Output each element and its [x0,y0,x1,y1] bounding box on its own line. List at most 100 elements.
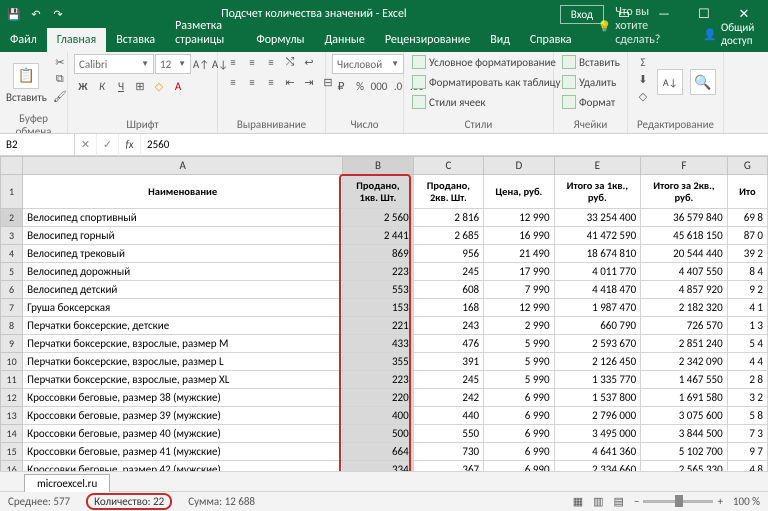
cell[interactable]: 245 [413,371,483,389]
painter-icon[interactable]: 🖌 [51,88,69,104]
cell[interactable]: 36 579 840 [641,209,728,227]
cell[interactable]: 1 3 [727,317,767,335]
cell[interactable]: Велосипед детский [23,281,343,299]
cell[interactable]: 7 990 [484,281,554,299]
delete-cells-button[interactable]: Удалить [560,74,618,90]
cell[interactable]: 6 990 [484,389,554,407]
cell[interactable]: 12 990 [484,209,554,227]
cell[interactable]: 69 8 [727,209,767,227]
cell[interactable]: 1 537 800 [554,389,641,407]
cell[interactable]: 87 0 [727,227,767,245]
indent-inc-icon[interactable]: ⇥ [300,74,318,90]
paste-button[interactable]: 📋Вставить [6,54,47,112]
cell[interactable]: 500 [343,425,413,443]
cell[interactable]: 6 990 [484,443,554,461]
clear-icon[interactable]: ◇ [634,88,652,104]
header-cell[interactable]: Итого за 1кв., руб. [554,175,641,209]
font-color-icon[interactable]: A [169,78,187,94]
cell[interactable]: 21 490 [484,245,554,263]
cell[interactable]: 2 126 450 [554,353,641,371]
col-header-E[interactable]: E [554,157,641,175]
font-name[interactable]: Calibri▼ [74,54,154,74]
row-header-15[interactable]: 15 [1,443,23,461]
col-header-C[interactable]: C [413,157,483,175]
row-header-6[interactable]: 6 [1,281,23,299]
sheet-tab[interactable]: microexcel.ru [24,474,110,492]
fx-icon[interactable]: fx [119,134,141,156]
cell[interactable]: 39 2 [727,245,767,263]
cell[interactable]: 243 [413,317,483,335]
align-mid-icon[interactable]: ≡ [243,54,261,70]
cell[interactable]: 433 [343,335,413,353]
view-break-icon[interactable]: ▤ [614,495,624,508]
cell[interactable]: 9 7 [727,443,767,461]
col-header-D[interactable]: D [484,157,554,175]
cell[interactable]: 367 [413,461,483,472]
row-header-11[interactable]: 11 [1,371,23,389]
cell[interactable]: 153 [343,299,413,317]
format-cells-button[interactable]: Формат [560,94,617,110]
underline-icon[interactable]: Ч [112,78,130,94]
formula-input[interactable]: 2560 [141,138,768,151]
cell[interactable]: 8 4 [727,263,767,281]
cond-format-button[interactable]: Условное форматирование [410,54,558,70]
share-button[interactable]: 👤Общий доступ [691,16,768,52]
row-header-13[interactable]: 13 [1,407,23,425]
cell[interactable]: Перчатки боксерские, детские [23,317,343,335]
cell[interactable]: Велосипед трековый [23,245,343,263]
cell[interactable]: Велосипед дорожный [23,263,343,281]
cell[interactable]: 400 [343,407,413,425]
cell[interactable]: 2 560 [343,209,413,227]
col-header-G[interactable]: G [727,157,767,175]
cell[interactable]: Груша боксерская [23,299,343,317]
header-cell[interactable]: Продано, 1кв. Шт. [343,175,413,209]
col-header-F[interactable]: F [641,157,728,175]
cell[interactable]: 869 [343,245,413,263]
cell[interactable]: 1 467 550 [641,371,728,389]
cell[interactable]: 1 335 770 [554,371,641,389]
cell[interactable]: 5 990 [484,353,554,371]
cell[interactable]: 553 [343,281,413,299]
cell[interactable]: 2 342 090 [641,353,728,371]
cell[interactable]: 5 990 [484,371,554,389]
wrap-icon[interactable]: ↩ [300,54,318,70]
cell[interactable]: 223 [343,371,413,389]
tab-Файл[interactable]: Файл [0,28,47,52]
header-cell[interactable]: Продано, 2кв. Шт. [413,175,483,209]
insert-cells-button[interactable]: Вставить [560,54,622,70]
tell-me[interactable]: 💡Что вы хотите сделать? [588,0,692,52]
cell[interactable]: 4 407 550 [641,263,728,281]
align-bot-icon[interactable]: ≡ [262,54,280,70]
cell[interactable]: Велосипед спортивный [23,209,343,227]
cell[interactable]: 664 [343,443,413,461]
orient-icon[interactable]: ⤭ [281,54,299,70]
cell[interactable]: 3 075 600 [641,407,728,425]
cell[interactable]: 355 [343,353,413,371]
cell[interactable]: 391 [413,353,483,371]
cell[interactable]: 4 1 [727,299,767,317]
tab-Данные[interactable]: Данные [315,28,375,52]
indent-dec-icon[interactable]: ⇤ [281,74,299,90]
cell[interactable]: 6 990 [484,461,554,472]
view-normal-icon[interactable]: ▦ [573,495,583,508]
cell[interactable]: 5 4 [727,335,767,353]
worksheet[interactable]: ABCDEFG1НаименованиеПродано, 1кв. Шт.Про… [0,156,768,471]
row-header-8[interactable]: 8 [1,317,23,335]
tab-Вид[interactable]: Вид [480,28,520,52]
row-header-12[interactable]: 12 [1,389,23,407]
fill-down-icon[interactable]: ⬇ [634,71,652,87]
copy-icon[interactable]: ⧉ [51,71,69,87]
cell[interactable]: 2 816 [413,209,483,227]
cell[interactable]: Кроссовки беговые, размер 42 (мужские) [23,461,343,472]
cell[interactable]: 168 [413,299,483,317]
cell[interactable]: 660 790 [554,317,641,335]
cell[interactable]: 4 4 [727,353,767,371]
cell[interactable]: 4 418 470 [554,281,641,299]
sort-filter-button[interactable]: A↓ [656,54,685,112]
header-cell[interactable]: Цена, руб. [484,175,554,209]
cell[interactable]: 2 851 240 [641,335,728,353]
cell[interactable]: 3 2 [727,389,767,407]
cell[interactable]: 221 [343,317,413,335]
comma-icon[interactable]: 000 [370,78,388,94]
cell[interactable]: Кроссовки беговые, размер 40 (мужские) [23,425,343,443]
